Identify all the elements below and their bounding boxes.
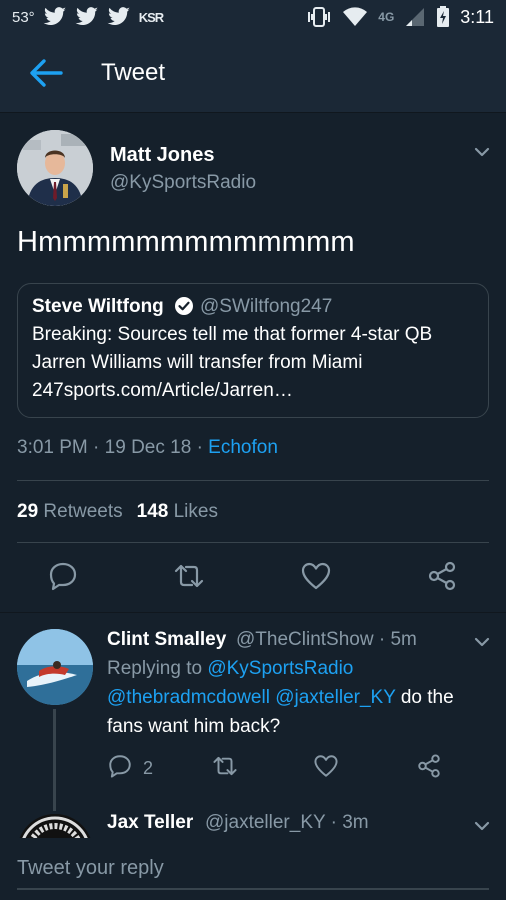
arrow-left-icon xyxy=(30,59,63,87)
reply-author-name[interactable]: Jax Teller xyxy=(107,812,193,834)
tweet-actions xyxy=(0,560,506,610)
separator-dot: · xyxy=(93,437,105,458)
likes-label: Likes xyxy=(173,501,218,522)
verified-badge-icon xyxy=(175,297,193,315)
heart-icon[interactable] xyxy=(300,560,332,592)
author-name[interactable]: Matt Jones xyxy=(110,144,214,167)
avatar-image xyxy=(17,814,93,838)
app-bar: Tweet xyxy=(0,34,506,113)
retweet-icon[interactable] xyxy=(212,753,238,779)
reply-text: fans want him back? xyxy=(107,716,281,737)
replying-to-prefix: Replying to xyxy=(107,658,203,679)
reply-actions xyxy=(0,753,506,787)
reply-icon[interactable] xyxy=(107,753,133,779)
share-icon[interactable] xyxy=(416,753,442,779)
reply-handle-text: @jaxteller_KY xyxy=(205,812,326,833)
twitter-notification-icon xyxy=(75,7,98,26)
temperature: 53° xyxy=(12,8,35,26)
signal-icon xyxy=(406,8,425,26)
reply-author-handle: @TheClintShow · 5m xyxy=(236,629,417,650)
twitter-notification-icon xyxy=(107,7,130,26)
quoted-text-line: Breaking: Sources tell me that former 4-… xyxy=(32,324,433,345)
quoted-tweet-card[interactable]: Steve Wiltfong @SWiltfong247 Breaking: S… xyxy=(17,283,489,418)
share-icon[interactable] xyxy=(426,560,458,592)
reply-author-name[interactable]: Clint Smalley xyxy=(107,629,226,651)
reply-text-line: @thebradmcdowell @jaxteller_KY do the xyxy=(107,687,454,709)
tweet-date: 19 Dec 18 xyxy=(104,437,192,458)
mention-link[interactable]: @KySportsRadio xyxy=(207,658,353,679)
replying-to-line: Replying to @KySportsRadio xyxy=(107,658,353,680)
retweet-icon[interactable] xyxy=(173,560,205,592)
network-type-label: 4G xyxy=(378,10,395,24)
divider xyxy=(17,480,489,481)
reply-author-avatar[interactable] xyxy=(17,629,93,705)
retweets-count: 29 xyxy=(17,501,39,522)
reply-text: do the xyxy=(400,687,454,708)
reply-count: 2 xyxy=(143,758,154,778)
mention-link[interactable]: @thebradmcdowell xyxy=(107,687,270,708)
chevron-down-icon[interactable] xyxy=(472,816,492,836)
twitter-notification-icon xyxy=(43,7,66,26)
page-title: Tweet xyxy=(101,59,166,86)
reply-handle-text: @TheClintShow xyxy=(236,629,374,650)
reply-composer xyxy=(0,838,506,900)
battery-charging-icon xyxy=(437,6,450,27)
tweet-source-link[interactable]: Echofon xyxy=(208,437,278,458)
tweet-stats: 29 Retweets 148 Likes xyxy=(17,501,218,523)
mention-link[interactable]: @jaxteller_KY xyxy=(275,687,395,708)
tweet-time: 3:01 PM xyxy=(17,437,88,458)
quoted-text-line: Jarren Williams will transfer from Miami xyxy=(32,352,363,373)
ksr-app-icon: KSR xyxy=(138,9,164,25)
heart-icon[interactable] xyxy=(313,753,339,779)
author-handle[interactable]: @KySportsRadio xyxy=(110,172,256,194)
avatar-image xyxy=(17,130,93,206)
reply-tweet[interactable]: Jax Teller @jaxteller_KY · 3m xyxy=(0,798,506,838)
reply-age: 5m xyxy=(390,629,417,650)
reply-icon[interactable] xyxy=(47,560,79,592)
reply-age: 3m xyxy=(342,812,369,833)
quoted-author-name: Steve Wiltfong xyxy=(32,296,164,317)
chevron-down-icon[interactable] xyxy=(472,632,492,652)
tweet-text: Hmmmmmmmmmmmmm xyxy=(17,226,355,258)
quoted-author-handle: @SWiltfong247 xyxy=(200,296,333,317)
chevron-down-icon[interactable] xyxy=(472,142,492,162)
reply-input[interactable] xyxy=(17,848,489,890)
divider xyxy=(17,542,489,543)
reply-author-avatar[interactable] xyxy=(17,814,93,838)
clock: 3:11 xyxy=(460,6,494,27)
quoted-text-link[interactable]: 247sports.com/Article/Jarren… xyxy=(32,380,293,402)
back-button[interactable] xyxy=(26,53,66,93)
separator-dot: · xyxy=(196,437,209,458)
status-bar: 53° KSR 4G 3:11 xyxy=(0,0,506,34)
author-avatar[interactable] xyxy=(17,130,93,206)
likes-stat[interactable]: 148 Likes xyxy=(137,501,218,522)
likes-count: 148 xyxy=(136,501,169,522)
retweets-label: Retweets xyxy=(43,501,123,522)
section-separator xyxy=(0,612,506,613)
tweet-metadata: 3:01 PM · 19 Dec 18 · Echofon xyxy=(17,437,278,459)
reply-author-handle: @jaxteller_KY · 3m xyxy=(205,812,369,833)
wifi-icon xyxy=(343,7,368,27)
vibrate-icon xyxy=(308,7,331,27)
avatar-image xyxy=(17,629,93,705)
retweets-stat[interactable]: 29 Retweets xyxy=(17,501,123,522)
